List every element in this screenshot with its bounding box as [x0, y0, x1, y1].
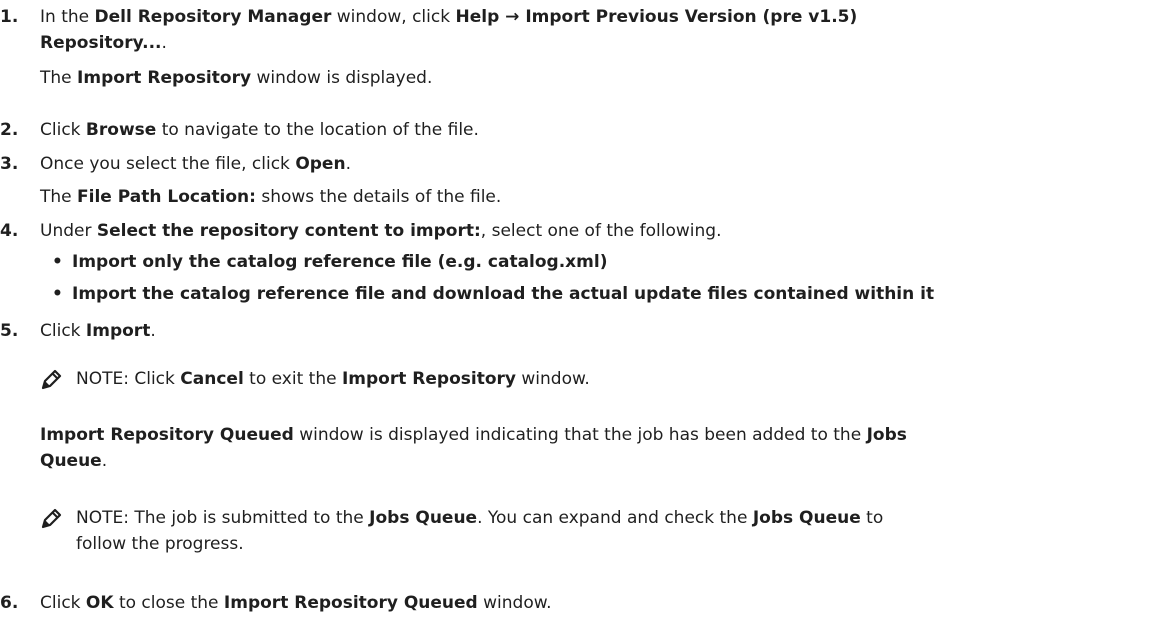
step-1-result: The Import Repository window is displaye…	[40, 68, 433, 88]
step-1-instruction: In the Dell Repository Manager window, c…	[40, 7, 858, 27]
pencil-note-icon	[41, 369, 62, 390]
menu-path: Help → Import Previous Version (pre v1.5…	[455, 7, 858, 27]
step-number: 2.	[0, 120, 19, 140]
step-number: 3.	[0, 154, 19, 174]
note-cancel: NOTE: Click Cancel to exit the Import Re…	[40, 366, 1156, 392]
pencil-note-icon	[41, 508, 62, 529]
step-number: 5.	[0, 321, 19, 341]
step-3-instruction: Once you select the file, click Open.	[40, 154, 351, 174]
step-number: 6.	[0, 593, 19, 613]
bullet-icon: •	[52, 252, 63, 272]
step-number: 4.	[0, 221, 19, 241]
step-2-instruction: Click Browse to navigate to the location…	[40, 120, 479, 140]
step-6-instruction: Click OK to close the Import Repository …	[40, 593, 552, 613]
list-item: • Import the catalog reference file and d…	[52, 284, 935, 304]
bullet-icon: •	[52, 284, 63, 304]
note-text: NOTE: Click Cancel to exit the Import Re…	[76, 369, 590, 389]
step-5: 5. Click Import.	[0, 318, 1159, 344]
step-6: 6. Click OK to close the Import Reposito…	[0, 590, 1159, 616]
list-item: • Import only the catalog reference file …	[52, 252, 608, 272]
step-4: 4. Under Select the repository content t…	[0, 218, 1159, 315]
note-text-cont: follow the progress.	[76, 534, 244, 554]
queued-description: Import Repository Queued window is displ…	[40, 425, 907, 471]
note-jobs-queue: NOTE: The job is submitted to the Jobs Q…	[40, 505, 1159, 557]
import-options-list: • Import only the catalog reference file …	[40, 251, 1159, 305]
step-3-result: The File Path Location: shows the detail…	[40, 187, 502, 207]
step-3: 3. Once you select the file, click Open.…	[0, 151, 1159, 210]
step-4-instruction: Under Select the repository content to i…	[40, 221, 722, 241]
step-number: 1.	[0, 7, 19, 27]
step-5-instruction: Click Import.	[40, 321, 156, 341]
note-text: NOTE: The job is submitted to the Jobs Q…	[76, 508, 884, 528]
step-2: 2. Click Browse to navigate to the locat…	[0, 117, 1159, 143]
step-1-instruction-cont: Repository....	[40, 33, 167, 53]
step-1: 1. In the Dell Repository Manager window…	[0, 4, 1159, 91]
